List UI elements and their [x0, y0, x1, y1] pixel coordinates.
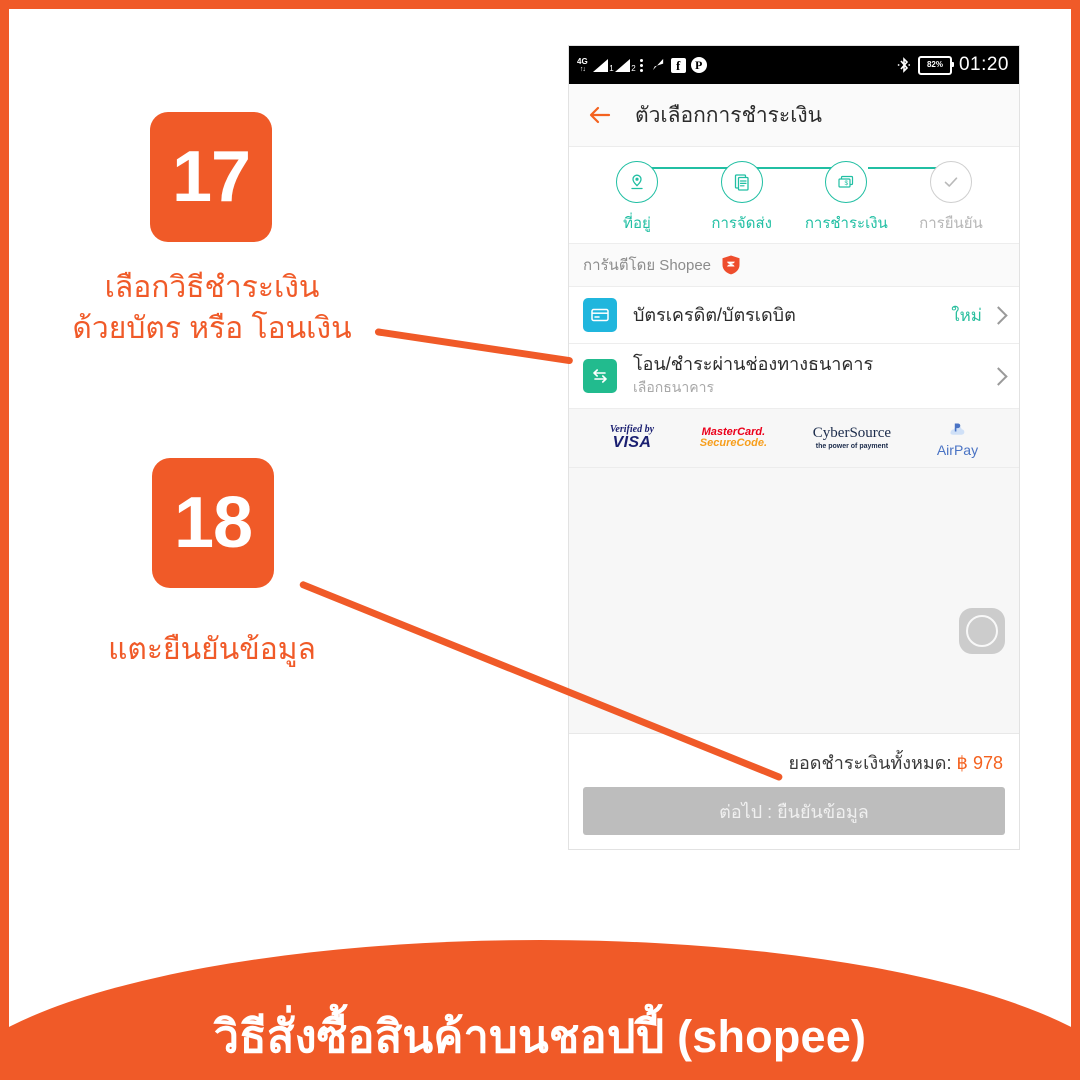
payment-logos-row: Verified by VISA MasterCard. SecureCode.…: [569, 409, 1019, 468]
total-amount-row: ยอดชำระเงินทั้งหมด: ฿ 978: [583, 744, 1005, 787]
check-icon: [929, 161, 972, 203]
status-bar: 4G ↑↓ 1 2 f P 82% 01:20: [569, 46, 1019, 84]
stepper-step-payment[interactable]: $ การชำระเงิน: [798, 161, 894, 235]
bottom-banner: วิธีสั่งซื้อสินค้าบนชอปปี้ (shopee): [0, 940, 1080, 1080]
cybersource-logo: CyberSource the power of payment: [812, 425, 892, 451]
clock-label: 01:20: [958, 54, 1009, 75]
stepper-step-address[interactable]: ที่อยู่: [589, 161, 685, 235]
svg-text:$: $: [845, 180, 849, 187]
location-pin-icon: [616, 161, 658, 203]
back-arrow-icon[interactable]: [587, 102, 613, 128]
annotation-text-18: แตะยืนยันข้อมูล: [0, 630, 424, 671]
stepper-connector-1: [644, 167, 736, 169]
facebook-icon: f: [670, 57, 686, 73]
annotation-text-17: เลือกวิธีชำระเงิน ด้วยบัตร หรือ โอนเงิน: [0, 268, 424, 349]
app-bar: ตัวเลือกการชำระเงิน: [569, 84, 1019, 147]
checkout-footer: ยอดชำระเงินทั้งหมด: ฿ 978 ต่อไป : ยืนยัน…: [569, 733, 1019, 849]
frame-border-left: [0, 0, 9, 1080]
money-icon: $: [825, 161, 868, 203]
step-badge-18: 18: [152, 458, 274, 588]
chevron-right-icon: [989, 366, 1008, 386]
pinterest-icon: P: [690, 57, 707, 73]
phone-screenshot: 4G ↑↓ 1 2 f P 82% 01:20 ตัวเลือกการชำระเ…: [568, 45, 1020, 850]
page-title: ตัวเลือกการชำระเงิน: [635, 103, 822, 127]
battery-indicator: 82%: [917, 55, 954, 75]
mastercard-securecode-logo: MasterCard. SecureCode.: [699, 426, 768, 449]
step-badge-17-number: 17: [171, 137, 251, 217]
payment-option-title: บัตรเครดิต/บัตรเดบิต: [633, 304, 796, 325]
frame-border-top: [0, 0, 1080, 9]
signal-bars-sim1-icon: 1: [592, 58, 614, 73]
confirm-order-button[interactable]: ต่อไป : ยืนยันข้อมูล: [583, 787, 1005, 835]
verified-by-visa-logo: Verified by VISA: [609, 424, 655, 451]
checkout-stepper: ที่อยู่ การจัดส่ง $ การชำระเงิน การยืนยั…: [569, 147, 1019, 243]
step-badge-18-number: 18: [173, 483, 253, 563]
signal-bars-sim2-icon: 2: [614, 58, 636, 73]
stepper-label-shipping: การจัดส่ง: [711, 215, 772, 232]
flag-icon: [652, 58, 663, 71]
total-amount-label: ยอดชำระเงินทั้งหมด:: [788, 753, 952, 773]
stepper-label-address: ที่อยู่: [623, 215, 651, 232]
guarantee-row: การันตีโดย Shopee: [569, 243, 1019, 287]
banner-title: วิธีสั่งซื้อสินค้าบนชอปปี้ (shopee): [213, 1010, 867, 1062]
guarantee-label: การันตีโดย Shopee: [583, 257, 712, 274]
more-status-icon: [639, 58, 643, 72]
annotation-17-line2: ด้วยบัตร หรือ โอนเงิน: [72, 311, 352, 345]
airpay-mark-icon: [950, 423, 965, 435]
document-icon: [720, 161, 763, 203]
frame-border-bottom: [0, 1071, 1080, 1080]
stepper-label-payment: การชำระเงิน: [804, 215, 888, 232]
network-type-label: 4G ↑↓: [577, 56, 588, 73]
payment-option-tag-new: ใหม่: [951, 305, 982, 325]
transfer-arrows-icon: [583, 359, 617, 393]
stepper-step-shipping[interactable]: การจัดส่ง: [694, 161, 790, 235]
annotation-18-line1: แตะยืนยันข้อมูล: [108, 633, 316, 666]
payment-option-credit-card[interactable]: บัตรเครดิต/บัตรเดบิต ใหม่: [569, 287, 1019, 344]
airpay-logo: AirPay: [937, 419, 978, 457]
chevron-right-icon: [989, 305, 1008, 325]
total-amount-value: ฿ 978: [956, 753, 1004, 773]
stepper-label-confirm: การยืนยัน: [919, 215, 983, 232]
annotation-17-line1: เลือกวิธีชำระเงิน: [104, 271, 320, 304]
content-blank-area: [569, 468, 1019, 733]
payment-option-title: โอน/ชำระผ่านช่องทางธนาคาร: [633, 353, 874, 374]
payment-option-bank-transfer[interactable]: โอน/ชำระผ่านช่องทางธนาคาร เลือกธนาคาร: [569, 344, 1019, 409]
payment-option-subtitle: เลือกธนาคาร: [633, 379, 714, 396]
frame-border-right: [1071, 0, 1080, 1080]
step-badge-17: 17: [150, 112, 272, 242]
credit-card-icon: [583, 298, 617, 332]
bluetooth-icon: [897, 57, 911, 73]
poster-canvas: 17 เลือกวิธีชำระเงิน ด้วยบัตร หรือ โอนเง…: [0, 0, 1080, 1080]
stepper-step-confirm[interactable]: การยืนยัน: [903, 161, 999, 235]
shield-icon: [722, 255, 740, 275]
assistive-touch-button[interactable]: [959, 608, 1005, 654]
battery-percent-label: 82%: [926, 60, 943, 69]
